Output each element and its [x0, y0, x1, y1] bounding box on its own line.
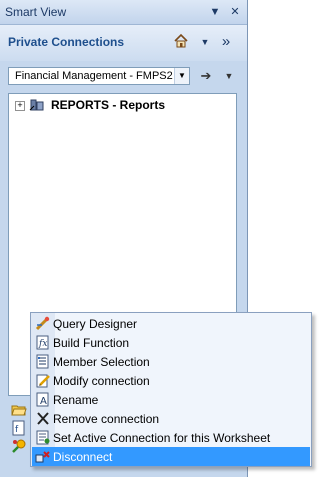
connection-menu-button[interactable]: ▼	[222, 67, 236, 85]
build-function-icon: fx	[35, 335, 51, 350]
menu-item-label: Remove connection	[53, 412, 160, 426]
chevron-down-icon[interactable]: ▼	[174, 68, 189, 84]
close-icon[interactable]: ✕	[228, 5, 242, 19]
menu-item-build-function[interactable]: fx Build Function	[32, 333, 310, 352]
adhoc-icon[interactable]	[11, 438, 27, 454]
home-icon[interactable]	[172, 33, 190, 51]
connection-select[interactable]: Financial Management - FMPS2 ▼	[8, 67, 190, 85]
page-title: Private Connections	[8, 35, 125, 49]
menu-item-label: Query Designer	[53, 317, 138, 331]
menu-item-label: Set Active Connection for this Worksheet	[53, 431, 271, 445]
set-active-icon	[35, 430, 51, 445]
menu-item-set-active-connection[interactable]: Set Active Connection for this Worksheet	[32, 428, 310, 447]
menu-item-remove-connection[interactable]: Remove connection	[32, 409, 310, 428]
panel-title: Smart View	[5, 5, 67, 19]
modify-connection-icon	[35, 373, 51, 388]
menu-item-label: Member Selection	[53, 355, 150, 369]
tree-item-label: REPORTS - Reports	[51, 98, 166, 112]
disconnect-icon	[35, 449, 51, 464]
rename-icon: A	[35, 392, 51, 407]
open-folder-icon[interactable]	[11, 402, 27, 418]
menu-item-label: Disconnect	[53, 450, 113, 464]
svg-text:fx: fx	[38, 339, 47, 349]
menu-item-label: Modify connection	[53, 374, 150, 388]
connections-header: Private Connections ▼ »	[0, 25, 247, 61]
connection-select-value: Financial Management - FMPS2	[15, 70, 173, 82]
query-designer-icon	[35, 316, 51, 331]
menu-item-modify-connection[interactable]: Modify connection	[32, 371, 310, 390]
menu-item-query-designer[interactable]: Query Designer	[32, 314, 310, 333]
menu-item-disconnect[interactable]: Disconnect	[32, 447, 310, 466]
panel-title-bar: Smart View ▼ ✕	[0, 0, 247, 25]
collapse-icon[interactable]: »	[217, 33, 235, 51]
svg-text:A: A	[40, 396, 47, 407]
expand-icon[interactable]: +	[15, 101, 25, 111]
menu-item-label: Rename	[53, 393, 99, 407]
go-arrow-icon[interactable]: ➔	[198, 67, 214, 85]
database-icon	[29, 98, 45, 112]
menu-item-member-selection[interactable]: Member Selection	[32, 352, 310, 371]
member-selection-icon	[35, 354, 51, 369]
sheet-function-icon[interactable]: f	[11, 420, 27, 436]
menu-item-rename[interactable]: A Rename	[32, 390, 310, 409]
panel-menu-button[interactable]: ▼	[208, 5, 222, 19]
home-dropdown-button[interactable]: ▼	[199, 33, 211, 51]
remove-icon	[35, 411, 51, 426]
context-menu: Query Designer fx Build Function Member …	[30, 312, 312, 467]
menu-item-label: Build Function	[53, 336, 130, 350]
